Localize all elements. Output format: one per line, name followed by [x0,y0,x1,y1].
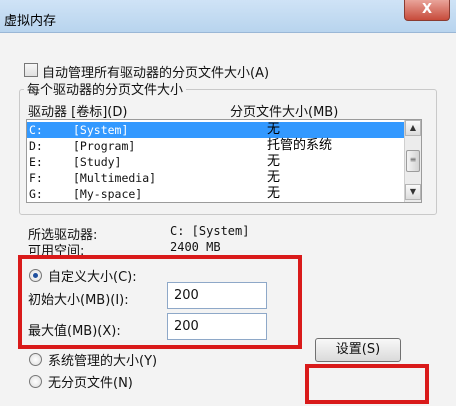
drive-letter: D: [29,139,43,153]
group-title: 每个驱动器的分页文件大小 [24,79,187,98]
selected-drive-value: C: [System] [170,224,250,238]
drive-column-header: 驱动器 [卷标](D) [28,105,128,120]
drive-letter: G: [29,187,43,201]
drive-pagefile: 无 [267,122,281,137]
drive-label: [Program] [73,139,136,153]
system-managed-radio[interactable] [29,353,42,366]
drive-pagefile: 无 [267,170,281,185]
custom-size-highlight [18,255,302,349]
drive-label: [My-space] [73,187,143,201]
window-title: 虚拟内存 [4,14,57,29]
free-space-value: 2400 MB [170,240,221,254]
drive-label: [Multimedia] [73,171,157,185]
no-paging-label: 无分页文件(N) [48,376,133,391]
drive-row[interactable]: C: [System] 无 [27,122,405,138]
system-managed-label: 系统管理的大小(Y) [48,354,158,369]
drive-letter: C: [29,123,43,137]
drive-letter: F: [29,171,43,185]
scroll-down-icon[interactable]: ▼ [405,184,421,200]
drive-pagefile: 无 [267,186,281,201]
no-paging-radio[interactable] [29,375,42,388]
drive-row[interactable]: F: [Multimedia] 无 [27,170,405,186]
pagefile-column-header: 分页文件大小(MB) [230,105,339,120]
drive-list[interactable]: C: [System] 无 D: [Program] 托管的系统 E: [Stu… [26,119,422,203]
drive-row[interactable]: D: [Program] 托管的系统 [27,138,405,154]
drive-letter: E: [29,155,43,169]
drive-label: [Study] [73,155,122,169]
close-button[interactable]: X [404,0,450,21]
drive-pagefile: 托管的系统 [267,138,333,153]
drive-list-scrollbar[interactable]: ▲ ≡ ▼ [404,120,421,202]
drive-row[interactable]: E: [Study] 无 [27,154,405,170]
drive-row[interactable]: G: [My-space] 无 [27,186,405,202]
scroll-up-icon[interactable]: ▲ [405,120,421,136]
set-button-highlight [305,364,429,404]
title-bar: 虚拟内存 X [0,0,456,33]
scroll-thumb[interactable]: ≡ [406,150,420,172]
auto-manage-checkbox[interactable] [24,63,38,77]
drive-label: [System] [73,123,129,137]
set-button[interactable]: 设置(S) [315,338,401,362]
drive-pagefile: 无 [267,154,281,169]
